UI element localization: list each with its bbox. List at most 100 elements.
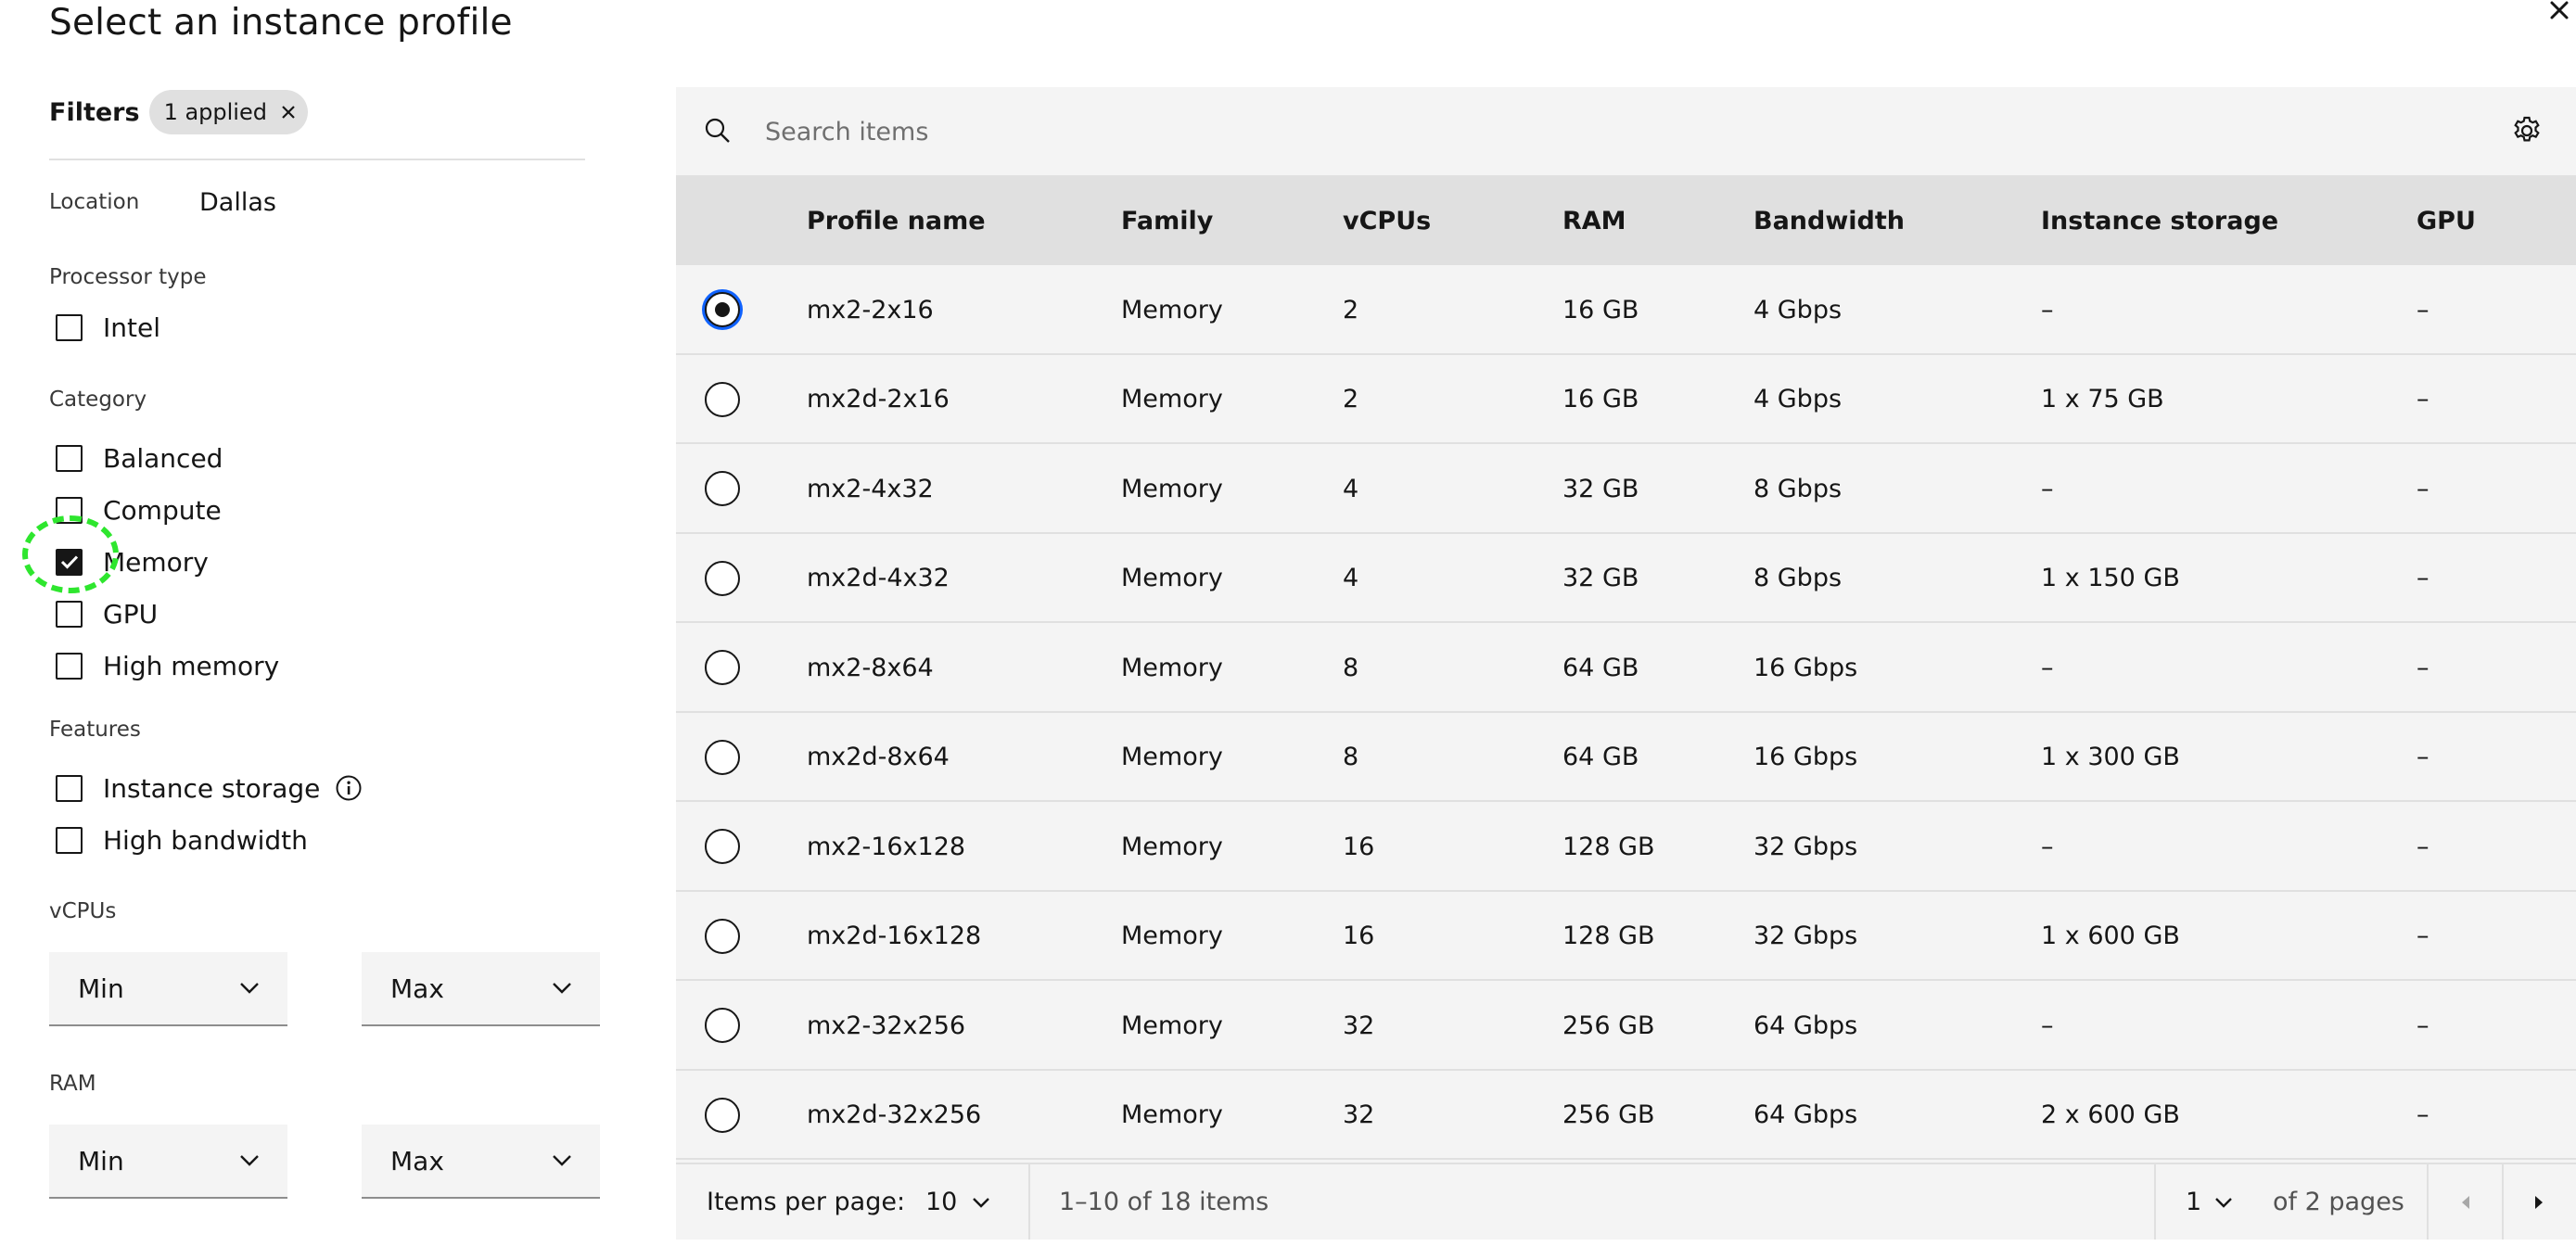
row-radio-button[interactable] <box>705 739 740 775</box>
table-row[interactable]: mx2d-4x32 Memory 4 32 GB 8 Gbps 1 x 150 GB – <box>676 533 2576 623</box>
vcpus-min-select[interactable]: Min <box>49 952 287 1026</box>
column-header-ram[interactable]: RAM <box>1562 176 1626 265</box>
checkbox-box[interactable] <box>56 826 83 854</box>
cell-bandwidth: 64 Gbps <box>1753 1011 1858 1040</box>
checkbox-high-bandwidth[interactable]: High bandwidth <box>56 821 308 858</box>
checkbox-box[interactable] <box>56 548 83 576</box>
clear-filters-icon[interactable] <box>280 104 297 121</box>
information-icon[interactable] <box>335 774 363 802</box>
cell-bandwidth: 8 Gbps <box>1753 564 1843 592</box>
cell-instance-storage: 1 x 300 GB <box>2041 743 2180 771</box>
cell-gpu: – <box>2417 653 2429 682</box>
chevron-down-icon <box>240 983 259 994</box>
table-row[interactable]: mx2-2x16 Memory 2 16 GB 4 Gbps – – <box>676 265 2576 355</box>
cell-gpu: – <box>2417 1011 2429 1040</box>
page-select[interactable]: 1 <box>2186 1164 2233 1240</box>
cell-profile-name: mx2d-4x32 <box>807 564 950 592</box>
vcpus-max-select[interactable]: Max <box>362 952 600 1026</box>
vcpus-label: vCPUs <box>49 899 117 923</box>
checkbox-box[interactable] <box>56 496 83 524</box>
cell-gpu: – <box>2417 922 2429 950</box>
cell-instance-storage: – <box>2041 653 2054 682</box>
table-row[interactable]: mx2-4x32 Memory 4 32 GB 8 Gbps – – <box>676 444 2576 534</box>
cell-family: Memory <box>1121 564 1223 592</box>
cell-instance-storage: 1 x 75 GB <box>2041 385 2164 413</box>
search-input[interactable] <box>765 109 2341 154</box>
cell-gpu: – <box>2417 474 2429 503</box>
column-header-gpu[interactable]: GPU <box>2417 176 2476 265</box>
checkbox-box[interactable] <box>56 313 83 341</box>
filters-divider <box>49 159 585 160</box>
checkbox-intel[interactable]: Intel <box>56 309 160 346</box>
chevron-down-icon <box>240 1155 259 1166</box>
ram-max-select[interactable]: Max <box>362 1125 600 1199</box>
items-range: 1–10 of 18 items <box>1059 1164 1269 1240</box>
cell-profile-name: mx2-16x128 <box>807 832 966 861</box>
cell-bandwidth: 16 Gbps <box>1753 653 1858 682</box>
cell-bandwidth: 32 Gbps <box>1753 832 1858 861</box>
gear-icon[interactable] <box>2511 115 2543 150</box>
checkbox-box[interactable] <box>56 600 83 628</box>
cell-ram: 128 GB <box>1562 922 1655 950</box>
column-header-vcpus[interactable]: vCPUs <box>1343 176 1431 265</box>
row-radio-button[interactable] <box>705 560 740 596</box>
checkbox-high-memory[interactable]: High memory <box>56 647 279 684</box>
cell-vcpus: 2 <box>1343 295 1359 324</box>
checkbox-balanced[interactable]: Balanced <box>56 439 223 477</box>
cell-family: Memory <box>1121 474 1223 503</box>
pagination-divider <box>2154 1164 2156 1240</box>
row-radio-button[interactable] <box>705 650 740 685</box>
previous-page-button[interactable] <box>2429 1164 2503 1240</box>
row-radio-button[interactable] <box>705 471 740 506</box>
row-radio-button[interactable] <box>705 1008 740 1043</box>
items-per-page-group: Items per page: <box>707 1164 905 1240</box>
cell-vcpus: 4 <box>1343 474 1359 503</box>
table-row[interactable]: mx2d-8x64 Memory 8 64 GB 16 Gbps 1 x 300 GB – <box>676 712 2576 802</box>
column-header-profile-name[interactable]: Profile name <box>807 176 986 265</box>
items-range-text: 1–10 of 18 items <box>1059 1188 1269 1216</box>
table-row[interactable]: mx2-32x256 Memory 32 256 GB 64 Gbps – – <box>676 981 2576 1071</box>
table-row[interactable]: mx2-8x64 Memory 8 64 GB 16 Gbps – – <box>676 623 2576 713</box>
column-header-family[interactable]: Family <box>1121 176 1213 265</box>
profiles-table-panel: Profile name Family vCPUs RAM Bandwidth … <box>676 87 2576 1240</box>
table-row[interactable]: mx2d-16x128 Memory 16 128 GB 32 Gbps 1 x 600 … <box>676 891 2576 981</box>
next-page-button[interactable] <box>2502 1164 2576 1240</box>
checkbox-box[interactable] <box>56 774 83 802</box>
cell-bandwidth: 16 Gbps <box>1753 743 1858 771</box>
row-radio-button[interactable] <box>705 918 740 954</box>
close-button[interactable] <box>2541 0 2576 24</box>
cell-ram: 32 GB <box>1562 474 1639 503</box>
checkbox-label: Balanced <box>103 442 223 474</box>
row-radio-button[interactable] <box>705 1097 740 1133</box>
cell-family: Memory <box>1121 1100 1223 1129</box>
select-value: Max <box>390 973 444 1004</box>
checkbox-compute[interactable]: Compute <box>56 491 222 528</box>
row-radio-button[interactable] <box>705 829 740 864</box>
checkbox-label: High bandwidth <box>103 824 308 856</box>
checkbox-label: Memory <box>103 546 209 578</box>
processor-type-label: Processor type <box>49 265 207 289</box>
table-row[interactable]: mx2-16x128 Memory 16 128 GB 32 Gbps – – <box>676 802 2576 892</box>
column-header-instance-storage[interactable]: Instance storage <box>2041 176 2278 265</box>
cell-gpu: – <box>2417 564 2429 592</box>
table-row[interactable]: mx2d-32x256 Memory 32 256 GB 64 Gbps 2 x 600 … <box>676 1070 2576 1160</box>
checkbox-memory[interactable]: Memory <box>56 543 209 580</box>
table-row[interactable]: mx2d-2x16 Memory 2 16 GB 4 Gbps 1 x 75 GB – <box>676 354 2576 444</box>
close-icon <box>2550 1 2569 19</box>
row-radio-button[interactable] <box>705 381 740 417</box>
cell-family: Memory <box>1121 922 1223 950</box>
checkbox-box[interactable] <box>56 652 83 680</box>
column-header-bandwidth[interactable]: Bandwidth <box>1753 176 1905 265</box>
chevron-down-icon <box>553 1155 571 1166</box>
applied-filters-tag[interactable]: 1 applied <box>148 90 308 134</box>
items-per-page-select[interactable]: 10 <box>925 1164 990 1240</box>
checkbox-gpu[interactable]: GPU <box>56 595 158 632</box>
pagination-bar: Items per page: 10 1–10 of 18 items 1 of… <box>676 1163 2576 1240</box>
checkbox-label: High memory <box>103 650 280 681</box>
checkbox-box[interactable] <box>56 444 83 472</box>
checkbox-instance-storage[interactable]: Instance storage <box>56 769 363 807</box>
ram-min-select[interactable]: Min <box>49 1125 287 1199</box>
table-header: Profile name Family vCPUs RAM Bandwidth … <box>676 176 2576 265</box>
select-value: Min <box>78 973 124 1004</box>
row-radio-button[interactable] <box>705 292 740 327</box>
